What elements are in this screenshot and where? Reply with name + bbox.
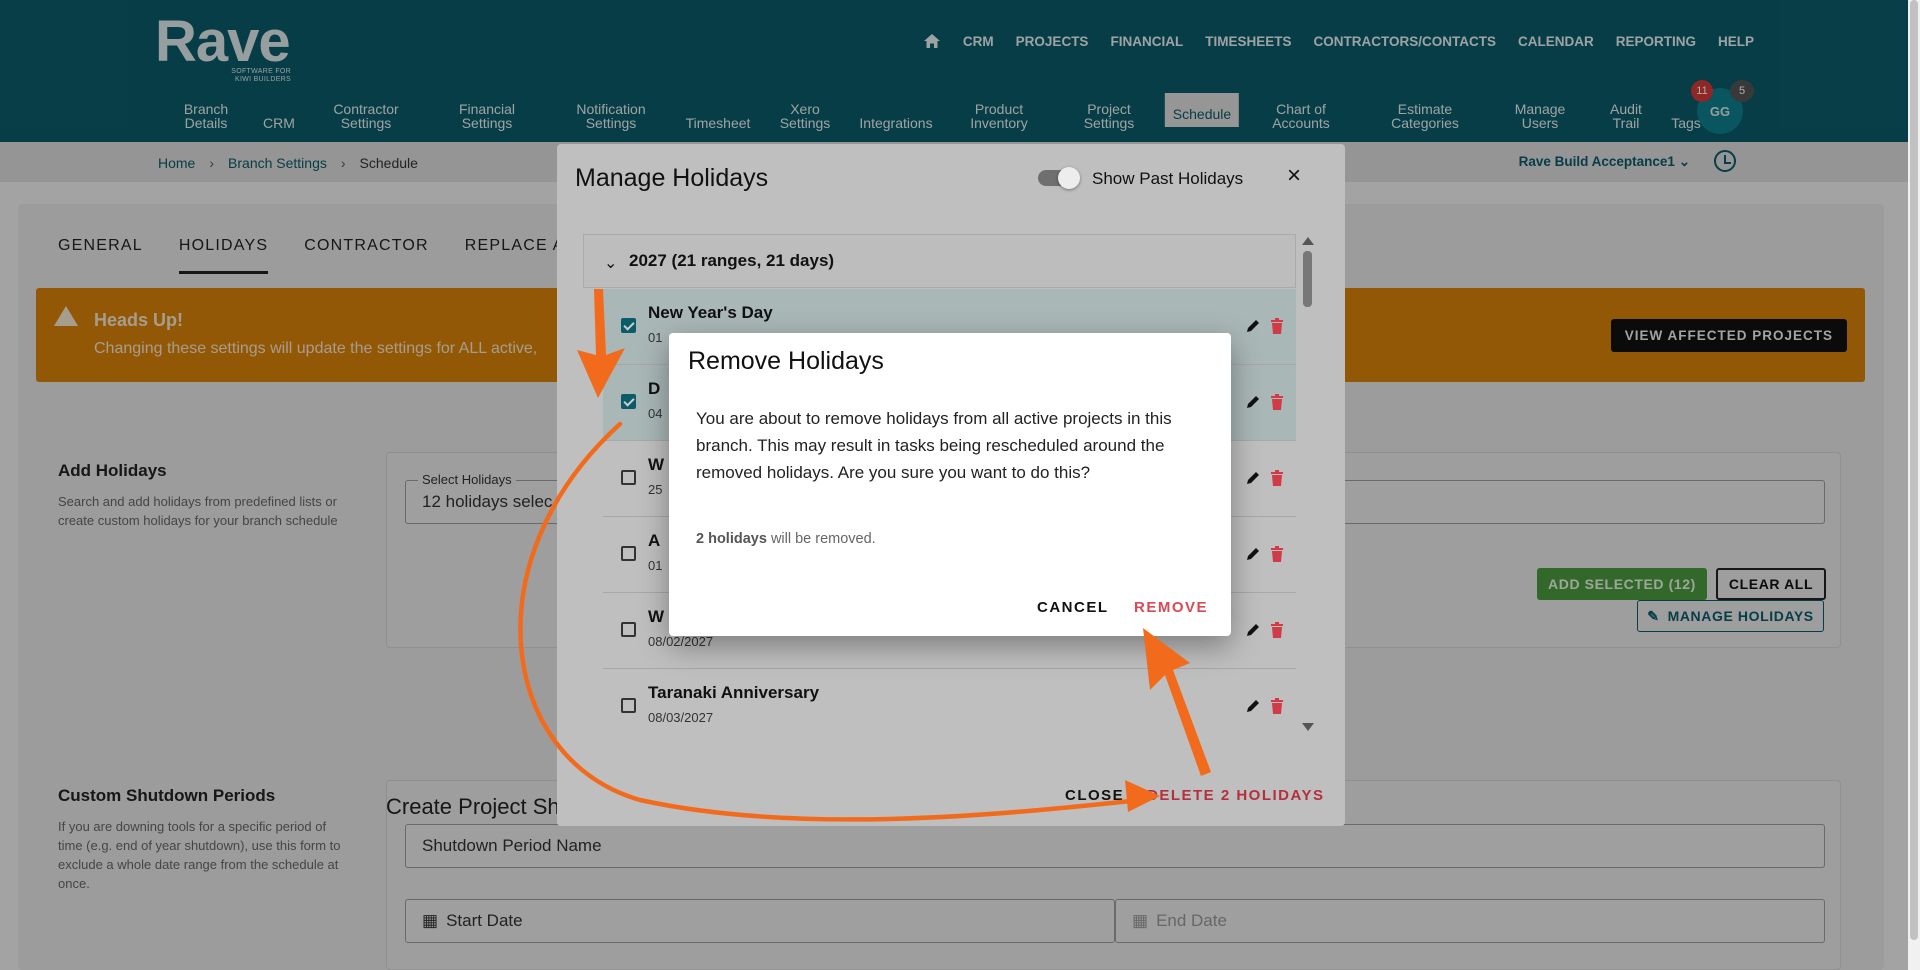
holiday-checkbox[interactable] bbox=[621, 546, 636, 561]
holiday-checkbox[interactable] bbox=[621, 470, 636, 485]
holiday-date: 08/02/2027 bbox=[648, 634, 714, 649]
show-past-holidays-label[interactable]: Show Past Holidays bbox=[1092, 169, 1243, 189]
holiday-date: 04 bbox=[648, 406, 663, 421]
delete-trash-icon[interactable] bbox=[1270, 622, 1284, 638]
scroll-down-arrow-icon[interactable] bbox=[1302, 723, 1314, 731]
remove-button[interactable]: REMOVE bbox=[1134, 599, 1208, 616]
holiday-name: A bbox=[648, 531, 661, 550]
remove-holidays-dialog: Remove Holidays You are about to remove … bbox=[669, 333, 1231, 636]
holiday-date: 01 bbox=[648, 330, 663, 345]
dialog-title: Manage Holidays bbox=[575, 164, 769, 192]
cancel-button[interactable]: CANCEL bbox=[1037, 599, 1109, 616]
chevron-down-icon: ⌄ bbox=[604, 255, 618, 272]
toggle-knob[interactable] bbox=[1058, 167, 1080, 189]
edit-pencil-icon[interactable] bbox=[1245, 546, 1261, 562]
holiday-row[interactable]: Taranaki Anniversary 08/03/2027 bbox=[603, 669, 1296, 745]
confirm-dialog-title: Remove Holidays bbox=[688, 347, 884, 375]
confirm-dialog-message: You are about to remove holidays from al… bbox=[696, 409, 1172, 482]
close-button[interactable]: CLOSE bbox=[1065, 787, 1124, 804]
holiday-checkbox[interactable] bbox=[621, 318, 636, 333]
edit-pencil-icon[interactable] bbox=[1245, 470, 1261, 486]
holiday-list-scrollbar[interactable] bbox=[1301, 237, 1315, 733]
delete-trash-icon[interactable] bbox=[1270, 394, 1284, 410]
page-scrollbar-thumb[interactable] bbox=[1910, 0, 1918, 940]
holiday-checkbox[interactable] bbox=[621, 698, 636, 713]
holiday-name: W bbox=[648, 455, 665, 474]
delete-holidays-button[interactable]: DELETE 2 HOLIDAYS bbox=[1147, 787, 1324, 804]
edit-pencil-icon[interactable] bbox=[1245, 394, 1261, 410]
scroll-up-arrow-icon[interactable] bbox=[1302, 237, 1314, 245]
holiday-checkbox[interactable] bbox=[621, 622, 636, 637]
edit-pencil-icon[interactable] bbox=[1245, 698, 1261, 714]
holiday-date: 25 bbox=[648, 482, 663, 497]
edit-pencil-icon[interactable] bbox=[1245, 622, 1261, 638]
delete-trash-icon[interactable] bbox=[1270, 546, 1284, 562]
edit-pencil-icon[interactable] bbox=[1245, 318, 1261, 334]
scrollbar-thumb[interactable] bbox=[1303, 251, 1312, 307]
holiday-date: 01 bbox=[648, 558, 663, 573]
year-group-header[interactable]: ⌄ 2027 (21 ranges, 21 days) bbox=[583, 234, 1296, 288]
holiday-checkbox[interactable] bbox=[621, 394, 636, 409]
holiday-name: D bbox=[648, 379, 661, 398]
close-icon[interactable]: × bbox=[1287, 162, 1301, 190]
delete-trash-icon[interactable] bbox=[1270, 318, 1284, 334]
delete-trash-icon[interactable] bbox=[1270, 470, 1284, 486]
holiday-name: New Year's Day bbox=[648, 303, 773, 322]
show-past-holidays-toggle[interactable] bbox=[1038, 167, 1080, 189]
page-scrollbar[interactable] bbox=[1908, 0, 1920, 970]
holiday-name: Taranaki Anniversary bbox=[648, 683, 820, 702]
delete-trash-icon[interactable] bbox=[1270, 698, 1284, 714]
year-group-label: 2027 (21 ranges, 21 days) bbox=[629, 251, 835, 270]
holiday-date: 08/03/2027 bbox=[648, 710, 714, 725]
removal-count: 2 holidays will be removed. bbox=[696, 531, 876, 547]
holiday-name: W bbox=[648, 607, 665, 626]
